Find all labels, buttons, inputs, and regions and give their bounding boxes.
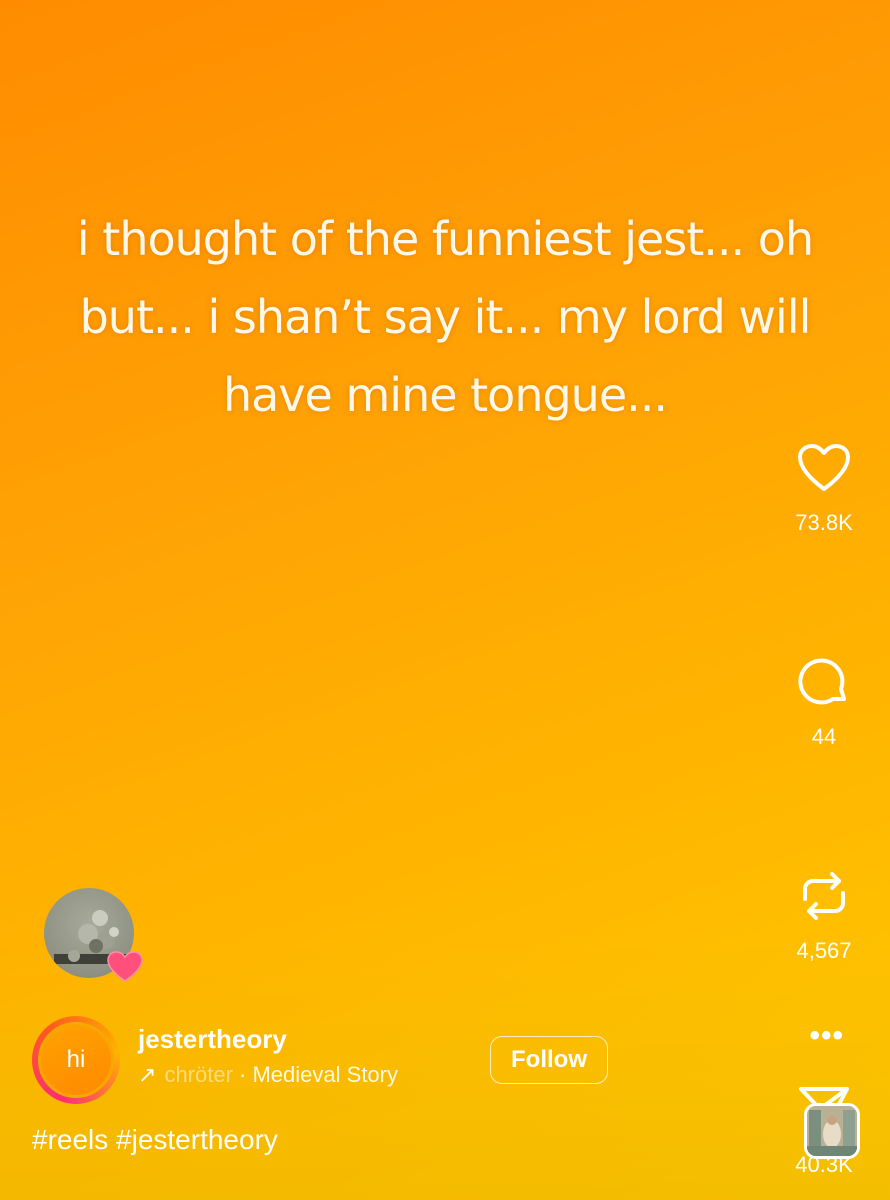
follow-button[interactable]: Follow [490, 1036, 608, 1084]
author-avatar-ring[interactable]: hi [32, 1016, 120, 1104]
like-count[interactable]: 73.8K [795, 510, 853, 536]
audio-artist: chröter [164, 1062, 233, 1087]
heart-badge-icon [106, 950, 144, 984]
author-avatar[interactable]: hi [38, 1022, 114, 1098]
repost-count[interactable]: 4,567 [796, 938, 851, 964]
audio-separator: · [232, 1062, 253, 1087]
action-rail: 73.8K 44 4,567 40.3K [776, 440, 872, 1178]
trending-arrow-icon: ↗ [138, 1062, 157, 1087]
like-action: 73.8K [795, 440, 853, 654]
audio-info[interactable]: ↗ chröter · Medieval Story [138, 1062, 398, 1088]
heart-icon[interactable] [796, 440, 852, 496]
comment-icon[interactable] [796, 654, 852, 710]
audio-track: Medieval Story [252, 1062, 398, 1087]
comment-count[interactable]: 44 [812, 724, 836, 750]
post-hashtags[interactable]: #reels #jestertheory [32, 1124, 278, 1156]
audio-label: chröter · Medieval Story [164, 1062, 398, 1088]
post-caption: i thought of the funniest jest... oh but… [76, 212, 814, 422]
audio-cover-thumbnail[interactable] [804, 1103, 860, 1159]
comment-action: 44 [796, 654, 852, 868]
repost-icon[interactable] [796, 868, 852, 924]
author-username[interactable]: jestertheory [138, 1024, 287, 1055]
more-options-icon[interactable]: ••• [809, 1021, 844, 1051]
